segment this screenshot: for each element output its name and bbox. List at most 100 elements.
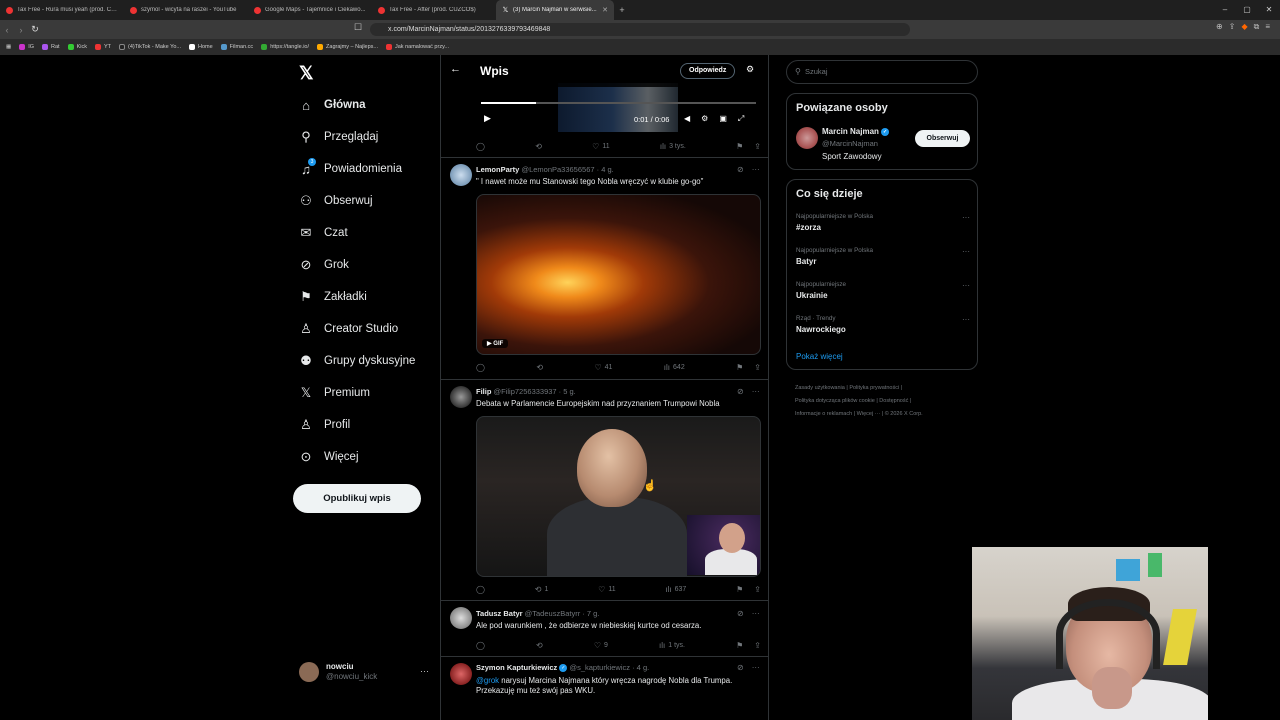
search-input[interactable]: ⚲ Szukaj bbox=[786, 60, 978, 84]
bookmark[interactable]: Filman.cc bbox=[220, 44, 253, 50]
forward-nav-icon[interactable]: › bbox=[14, 25, 28, 35]
more-horizontal-icon[interactable]: ··· bbox=[752, 387, 760, 396]
reply-action[interactable]: ◯ bbox=[476, 361, 485, 373]
pip-icon[interactable]: ▣ bbox=[719, 114, 727, 124]
more-horizontal-icon[interactable]: ··· bbox=[962, 247, 970, 256]
video-player[interactable]: ▶ 0:01 / 0:06 ◀ ⚙ ▣ ⤢ bbox=[476, 83, 761, 132]
nav-chat[interactable]: ✉ Czat bbox=[299, 218, 348, 248]
avatar[interactable] bbox=[450, 386, 472, 408]
new-tab-icon[interactable]: + bbox=[614, 5, 630, 15]
close-window-icon[interactable]: ✕ bbox=[1258, 0, 1280, 20]
bookmark-action[interactable]: ⚑ ⇪ bbox=[736, 140, 761, 152]
tweet-video[interactable]: ☝ bbox=[476, 416, 761, 577]
nav-notifications[interactable]: ♫ 3 Powiadomienia bbox=[299, 154, 402, 184]
bookmark[interactable]: (4)TikTok - Make Yo... bbox=[119, 44, 181, 50]
play-icon[interactable]: ▶ bbox=[484, 113, 491, 124]
retweet-action[interactable]: ⟲ 1 bbox=[535, 583, 549, 595]
browser-tab[interactable]: Tax Free - After (prod. CUZCO$) bbox=[372, 0, 496, 20]
avatar[interactable] bbox=[450, 663, 472, 685]
avatar[interactable] bbox=[796, 127, 818, 149]
reply-action[interactable]: ◯ bbox=[476, 140, 485, 152]
bookmark[interactable]: Rat bbox=[42, 44, 60, 50]
zoom-icon[interactable]: ⊕ bbox=[1216, 22, 1223, 32]
share-icon[interactable]: ⇪ bbox=[754, 142, 761, 151]
nav-profile[interactable]: ♙ Profil bbox=[299, 410, 350, 440]
browser-tab[interactable]: szymol - wicyta na raszei - YouTube bbox=[124, 0, 248, 20]
retweet-action[interactable]: ⟲ bbox=[536, 639, 543, 651]
more-horizontal-icon[interactable]: ··· bbox=[752, 609, 760, 618]
back-nav-icon[interactable]: ‹ bbox=[0, 25, 14, 35]
url-field[interactable]: x.com/MarcinNajman/status/20132763397934… bbox=[370, 23, 910, 36]
views-action[interactable]: ılı 1 tys. bbox=[659, 639, 685, 651]
views-action[interactable]: ılı 642 bbox=[664, 361, 685, 373]
volume-icon[interactable]: ◀ bbox=[684, 114, 690, 124]
bookmark-action[interactable]: ⚑ ⇪ bbox=[736, 361, 761, 373]
grok-icon[interactable]: ⊘ bbox=[737, 663, 744, 672]
more-horizontal-icon[interactable]: ··· bbox=[752, 663, 760, 672]
nav-explore[interactable]: ⚲ Przeglądaj bbox=[299, 122, 378, 152]
back-arrow-icon[interactable]: ← bbox=[450, 63, 461, 75]
trend-item[interactable]: Rząd · Trendy Nawrockiego ··· bbox=[796, 315, 974, 334]
retweet-action[interactable]: ⟲ bbox=[536, 361, 543, 373]
settings-sliders-icon[interactable]: ⚙ bbox=[746, 64, 754, 75]
share-icon[interactable]: ⇪ bbox=[754, 363, 761, 372]
avatar[interactable] bbox=[450, 607, 472, 629]
nav-groups[interactable]: ⚉ Grupy dyskusyjne bbox=[299, 346, 415, 376]
like-action[interactable]: ♡ 9 bbox=[594, 639, 608, 651]
trend-item[interactable]: Najpopularniejsze w Polska Batyr ··· bbox=[796, 247, 974, 266]
nav-premium[interactable]: 𝕏 Premium bbox=[299, 378, 370, 408]
nav-creator-studio[interactable]: ♙ Creator Studio bbox=[299, 314, 398, 344]
more-horizontal-icon[interactable]: ··· bbox=[752, 165, 760, 174]
grok-icon[interactable]: ⊘ bbox=[737, 609, 744, 618]
views-action[interactable]: ılı 3 tys. bbox=[660, 140, 686, 152]
nav-more[interactable]: ⊙ Więcej bbox=[299, 442, 359, 472]
bookmark[interactable]: Jak namalować przy... bbox=[386, 44, 449, 50]
like-action[interactable]: ♡ 11 bbox=[592, 140, 609, 152]
bookmark[interactable]: Kick bbox=[67, 44, 87, 50]
avatar[interactable] bbox=[450, 164, 472, 186]
reply-action[interactable]: ◯ bbox=[476, 639, 485, 651]
bookmark-action[interactable]: ⚑ ⇪ bbox=[736, 583, 761, 595]
mention-link[interactable]: @grok bbox=[476, 676, 499, 685]
post-button[interactable]: Opublikuj wpis bbox=[293, 484, 421, 513]
browser-tab-active[interactable]: 𝕏 (3) Marcin Najman w serwisie... ✕ bbox=[496, 0, 614, 20]
show-more-link[interactable]: Pokaż więcej bbox=[796, 352, 843, 361]
browser-tab[interactable]: Google Maps - Tajemnice i Ciekawo... bbox=[248, 0, 372, 20]
close-tab-icon[interactable]: ✕ bbox=[602, 6, 608, 14]
reply-button[interactable]: Odpowiedz bbox=[680, 63, 736, 79]
trend-item[interactable]: Najpopularniejsze Ukrainie ··· bbox=[796, 281, 974, 300]
nav-home[interactable]: ⌂ Główna bbox=[299, 90, 365, 120]
restore-icon[interactable]: ▢ bbox=[1236, 0, 1258, 20]
nav-follow[interactable]: ⚇ Obserwuj bbox=[299, 186, 372, 216]
extensions-icon[interactable]: ⧉ bbox=[1254, 22, 1260, 32]
reload-icon[interactable]: ↻ bbox=[28, 24, 42, 35]
grok-icon[interactable]: ⊘ bbox=[737, 387, 744, 396]
more-horizontal-icon[interactable]: ··· bbox=[962, 315, 970, 324]
grok-icon[interactable]: ⊘ bbox=[737, 165, 744, 174]
share-icon[interactable]: ⇪ bbox=[754, 641, 761, 650]
bookmark[interactable]: YT bbox=[94, 44, 111, 50]
bookmark[interactable]: https://tangle.io/ bbox=[261, 44, 309, 50]
share-icon[interactable]: ⇪ bbox=[754, 585, 761, 594]
apps-grid-icon[interactable]: ▦ bbox=[6, 44, 11, 50]
settings-icon[interactable]: ⚙ bbox=[701, 114, 708, 124]
tweet-gif[interactable]: ▶ GIF bbox=[476, 194, 761, 355]
more-horizontal-icon[interactable]: ··· bbox=[962, 213, 970, 222]
follow-button[interactable]: Obserwuj bbox=[915, 130, 970, 147]
x-logo-icon[interactable]: 𝕏 bbox=[299, 63, 314, 84]
account-switcher[interactable]: nowciu @nowciu_kick ··· bbox=[299, 658, 429, 686]
fullscreen-icon[interactable]: ⤢ bbox=[738, 114, 744, 124]
like-action[interactable]: ♡ 11 bbox=[598, 583, 615, 595]
menu-icon[interactable]: ≡ bbox=[1265, 22, 1270, 32]
brave-shield-icon[interactable]: ◆ bbox=[1241, 22, 1247, 32]
related-name[interactable]: Marcin Najman ✓ bbox=[822, 127, 890, 136]
minimize-icon[interactable]: – bbox=[1214, 0, 1236, 20]
browser-tab[interactable]: Tax Free - Rura musi yeah (prod. CU... bbox=[0, 0, 124, 20]
bookmark-action[interactable]: ⚑ ⇪ bbox=[736, 639, 761, 651]
share-icon[interactable]: ⇪ bbox=[1229, 22, 1236, 32]
reply-action[interactable]: ◯ bbox=[476, 583, 485, 595]
more-horizontal-icon[interactable]: ··· bbox=[962, 281, 970, 290]
nav-grok[interactable]: ⊘ Grok bbox=[299, 250, 349, 280]
video-progress[interactable] bbox=[481, 102, 756, 104]
nav-bookmarks[interactable]: ⚑ Zakładki bbox=[299, 282, 367, 312]
